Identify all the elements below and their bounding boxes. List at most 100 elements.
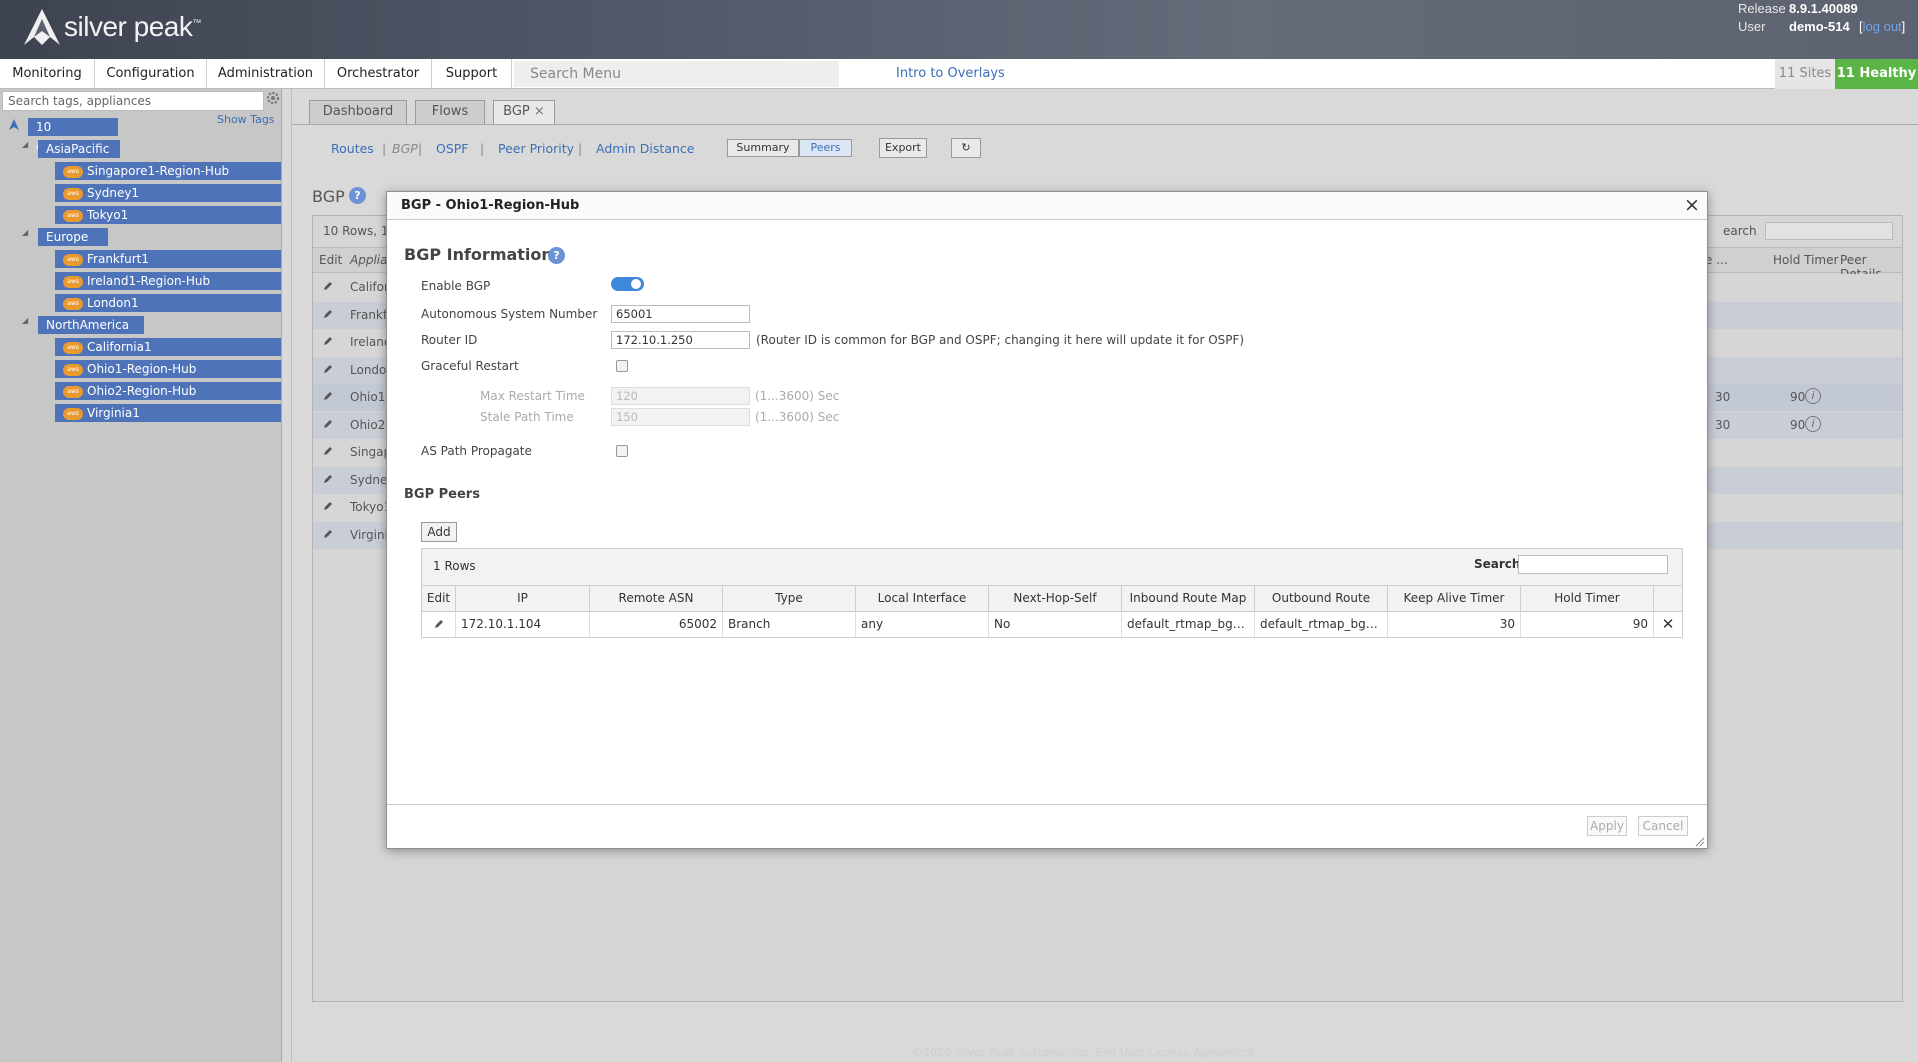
peer-hold-timer: 90	[1521, 611, 1654, 637]
col-remote-asn[interactable]: Remote ASN	[590, 585, 723, 611]
tree-group-northamerica[interactable]: NorthAmerica	[38, 316, 144, 334]
show-tags-link[interactable]: Show Tags	[217, 113, 275, 126]
stale-path-time-field[interactable]: 150	[611, 408, 750, 426]
col-local-interface[interactable]: Local Interface	[856, 585, 989, 611]
tab-flows[interactable]: Flows	[415, 100, 485, 124]
toggle-knob	[631, 279, 641, 289]
col-inbound-route-map[interactable]: Inbound Route Map	[1122, 585, 1255, 611]
keep-alive-value: 30	[1715, 417, 1731, 432]
col-keep-alive: e ...	[1705, 253, 1728, 267]
col-type[interactable]: Type	[723, 585, 856, 611]
summary-button[interactable]: Summary	[727, 139, 799, 157]
search-input[interactable]	[1765, 222, 1893, 240]
gear-icon[interactable]	[266, 91, 280, 105]
appliance-name: Singap	[350, 445, 392, 459]
health-status-badge[interactable]: 11 Healthy	[1835, 59, 1918, 89]
edit-pencil-icon[interactable]	[322, 500, 334, 516]
max-restart-time-field[interactable]: 120	[611, 387, 750, 405]
edit-pencil-icon[interactable]	[322, 473, 334, 489]
tree-expander-icon[interactable]: ◢	[22, 316, 28, 325]
edit-pencil-icon[interactable]	[322, 308, 334, 324]
col-hold-timer[interactable]: Hold Timer	[1521, 585, 1654, 611]
col-outbound-route-map[interactable]: Outbound Route Map...	[1255, 585, 1388, 630]
peers-search-input[interactable]	[1518, 555, 1668, 574]
tree-appliance[interactable]: aws California1	[55, 338, 281, 356]
tab-label: BGP	[503, 104, 530, 119]
tree-expander-icon[interactable]: ◢	[22, 228, 28, 237]
tree-appliance[interactable]: aws Sydney1	[55, 184, 281, 202]
peers-button[interactable]: Peers	[799, 139, 852, 157]
help-icon[interactable]: ?	[349, 187, 366, 204]
tab-bgp[interactable]: BGP ×	[493, 100, 555, 124]
as-path-propagate-checkbox[interactable]	[616, 445, 628, 457]
logout-bracket-close: ]	[1901, 19, 1906, 34]
tree-group-asiapacific[interactable]: AsiaPacific	[38, 140, 120, 158]
edit-pencil-icon[interactable]	[322, 363, 334, 379]
edit-pencil-icon[interactable]	[322, 280, 334, 296]
tree-group-europe[interactable]: Europe	[38, 228, 108, 246]
resize-grip-icon[interactable]	[1693, 835, 1705, 847]
cancel-button[interactable]: Cancel	[1638, 816, 1688, 836]
edit-pencil-icon[interactable]	[322, 445, 334, 461]
menu-monitoring[interactable]: Monitoring	[0, 59, 95, 89]
aws-icon: aws	[63, 297, 83, 310]
tree-appliance[interactable]: aws Singapore1-Region-Hub	[55, 162, 281, 180]
logout-link[interactable]: log out	[1863, 19, 1902, 34]
info-icon[interactable]: i	[1805, 388, 1821, 404]
col-keep-alive-timer[interactable]: Keep Alive Timer	[1388, 585, 1521, 611]
tree-root-appliances[interactable]: 10 Appliances	[28, 118, 118, 152]
tab-dashboard[interactable]: Dashboard	[309, 100, 407, 124]
tree-appliance[interactable]: aws Ireland1-Region-Hub	[55, 272, 281, 290]
col-next-hop-self[interactable]: Next-Hop-Self	[989, 585, 1122, 611]
edit-pencil-icon[interactable]	[322, 390, 334, 406]
sidebar-splitter[interactable]	[282, 89, 292, 1062]
menu-administration[interactable]: Administration	[207, 59, 325, 89]
appliance-name: Califor	[350, 280, 389, 294]
tree-expander-icon[interactable]: ◢	[22, 140, 28, 149]
aws-icon: aws	[63, 209, 83, 222]
delete-peer-icon[interactable]: ✕	[1654, 611, 1682, 637]
col-ip[interactable]: IP	[456, 585, 590, 611]
edit-pencil-icon[interactable]	[322, 418, 334, 434]
enable-bgp-label: Enable BGP	[421, 279, 491, 293]
appliance-label: Ohio1-Region-Hub	[87, 362, 197, 376]
subnav-admin-distance[interactable]: Admin Distance	[596, 141, 694, 156]
tag-appliance-search-input[interactable]: Search tags, appliances	[2, 91, 264, 111]
tree-appliance[interactable]: aws London1	[55, 294, 281, 312]
edit-pencil-icon[interactable]	[322, 528, 334, 544]
tree-appliance[interactable]: aws Ohio2-Region-Hub	[55, 382, 281, 400]
enable-bgp-toggle[interactable]	[611, 277, 644, 291]
info-icon[interactable]: i	[1805, 415, 1821, 432]
help-icon[interactable]: ?	[548, 247, 565, 264]
graceful-restart-checkbox[interactable]	[616, 360, 628, 372]
menu-configuration[interactable]: Configuration	[95, 59, 207, 89]
sites-count[interactable]: 11 Sites	[1775, 59, 1835, 89]
router-id-field[interactable]: 172.10.1.250	[611, 331, 750, 349]
search-menu-input[interactable]: Search Menu	[514, 61, 839, 87]
close-tab-icon[interactable]: ×	[534, 104, 545, 119]
stale-path-time-label: Stale Path Time	[480, 410, 574, 424]
tree-appliance[interactable]: aws Tokyo1	[55, 206, 281, 224]
asn-field[interactable]: 65001	[611, 305, 750, 323]
menu-orchestrator[interactable]: Orchestrator	[325, 59, 432, 89]
subnav-peer-priority[interactable]: Peer Priority	[498, 141, 574, 156]
subnav-ospf[interactable]: OSPF	[436, 141, 469, 156]
subnav-bgp[interactable]: BGP	[392, 141, 418, 156]
subnav-routes[interactable]: Routes	[331, 141, 374, 156]
intro-to-overlays-link[interactable]: Intro to Overlays	[896, 59, 1005, 89]
appliance-label: London1	[87, 296, 139, 310]
tree-appliance[interactable]: aws Frankfurt1	[55, 250, 281, 268]
edit-pencil-icon[interactable]	[322, 335, 334, 351]
tree-appliance[interactable]: aws Virginia1	[55, 404, 281, 422]
apply-button[interactable]: Apply	[1587, 816, 1627, 836]
col-edit[interactable]: Edit	[422, 585, 456, 611]
close-icon[interactable]: ×	[1684, 194, 1700, 216]
edit-pencil-icon[interactable]	[422, 611, 456, 637]
export-button[interactable]: Export	[879, 138, 927, 158]
refresh-icon[interactable]: ↻	[951, 138, 981, 158]
copyright-footer: ©2020 Silver Peak Systems, Inc. End User…	[912, 1046, 1255, 1059]
menu-support[interactable]: Support	[432, 59, 512, 89]
as-path-propagate-label: AS Path Propagate	[421, 444, 532, 458]
tree-appliance[interactable]: aws Ohio1-Region-Hub	[55, 360, 281, 378]
add-peer-button[interactable]: Add	[421, 522, 457, 542]
